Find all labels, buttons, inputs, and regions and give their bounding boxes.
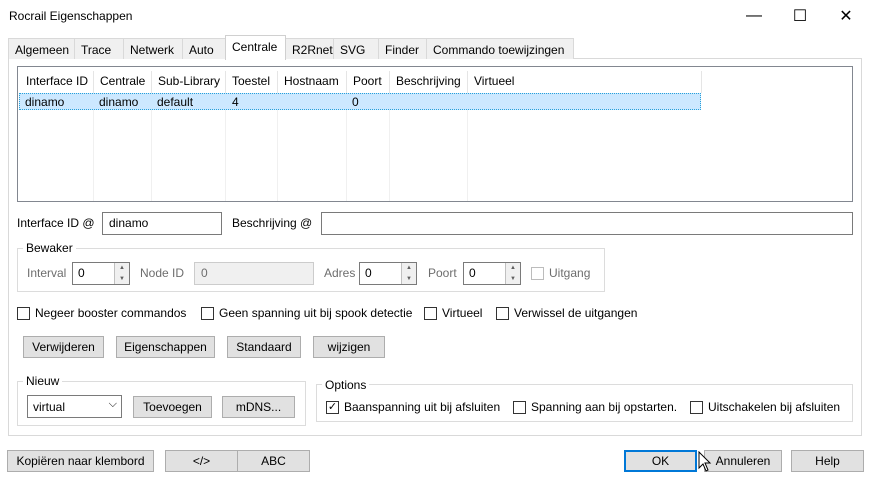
maximize-icon: ☐	[792, 8, 808, 25]
nodeid-input[interactable]: 0	[194, 262, 314, 285]
adres-value: 0	[365, 266, 372, 280]
centrale-type-value: virtual	[33, 399, 66, 414]
negeer-booster-checkbox[interactable]: Negeer booster commandos	[17, 306, 186, 320]
poort-down-icon[interactable]: ▼	[505, 273, 520, 284]
spanning-aan-checkbox[interactable]: Spanning aan bij opstarten.	[513, 400, 677, 414]
tab-auto[interactable]: Auto	[182, 38, 226, 59]
uitgang-label: Uitgang	[549, 266, 591, 280]
column-header-interface-id[interactable]: Interface ID	[20, 71, 94, 93]
table-cell-centrale: dinamo	[99, 95, 139, 109]
geen-spanning-box	[201, 306, 214, 320]
tab-commando-toewijzingen[interactable]: Commando toewijzingen	[426, 38, 574, 59]
interval-up-icon[interactable]: ▲	[114, 263, 129, 274]
interface-list[interactable]: Interface ID Centrale Sub-Library Toeste…	[17, 66, 853, 202]
verwijderen-button[interactable]: Verwijderen	[23, 336, 104, 358]
nieuw-title: Nieuw	[23, 374, 63, 388]
chevron-down-icon: ⌵	[108, 398, 117, 410]
column-header-poort[interactable]: Poort	[347, 71, 390, 93]
help-button[interactable]: Help	[791, 450, 864, 472]
column-header-hostnaam[interactable]: Hostnaam	[278, 71, 347, 93]
close-icon: ✕	[839, 8, 853, 25]
column-header-virtueel[interactable]: Virtueel	[468, 71, 702, 93]
maximize-button[interactable]: ☐	[777, 0, 823, 32]
geen-spanning-label: Geen spanning uit bij spook detectie	[219, 306, 413, 320]
kopieren-button[interactable]: Kopiëren naar klembord	[7, 450, 154, 472]
adres-label: Adres	[324, 266, 356, 280]
column-header-centrale[interactable]: Centrale	[94, 71, 152, 93]
standaard-button[interactable]: Standaard	[227, 336, 301, 358]
interval-down-icon[interactable]: ▼	[114, 273, 129, 284]
uitschakelen-label: Uitschakelen bij afsluiten	[708, 400, 841, 414]
adres-up-icon[interactable]: ▲	[401, 263, 416, 274]
baanspanning-label: Baanspanning uit bij afsluiten	[344, 400, 501, 414]
options-title: Options	[322, 378, 370, 392]
virtueel-label: Virtueel	[442, 306, 483, 320]
spanning-aan-label: Spanning aan bij opstarten.	[531, 400, 678, 414]
uitschakelen-checkbox[interactable]: Uitschakelen bij afsluiten	[690, 400, 840, 414]
negeer-booster-box	[17, 306, 30, 320]
interval-label: Interval	[27, 266, 67, 280]
interface-id-input[interactable]: dinamo	[102, 212, 222, 235]
eigenschappen-button[interactable]: Eigenschappen	[116, 336, 215, 358]
virtueel-checkbox[interactable]: Virtueel	[424, 306, 482, 320]
column-header-toestel[interactable]: Toestel	[226, 71, 278, 93]
tab-centrale[interactable]: Centrale	[225, 35, 286, 60]
uitgang-checkbox-box	[531, 266, 544, 280]
abc-button[interactable]: ABC	[237, 450, 310, 472]
verwissel-label: Verwissel de uitgangen	[514, 306, 638, 320]
centrale-type-select[interactable]: virtual ⌵	[27, 395, 122, 418]
wijzigen-button[interactable]: wijzigen	[313, 336, 385, 358]
poort-label: Poort	[428, 266, 457, 280]
beschrijving-label: Beschrijving @	[232, 216, 313, 230]
minimize-button[interactable]: —	[731, 0, 777, 32]
table-cell-poort: 0	[352, 95, 359, 109]
column-header-sub-library[interactable]: Sub-Library	[152, 71, 226, 93]
poort-spinner[interactable]: 0 ▲ ▼	[463, 262, 521, 285]
verwissel-checkbox[interactable]: Verwissel de uitgangen	[496, 306, 637, 320]
poort-value: 0	[469, 266, 476, 280]
table-cell-sub-library: default	[157, 95, 194, 109]
tab-bar: Algemeen Trace Netwerk Auto Centrale R2R…	[8, 35, 864, 60]
uitschakelen-box	[690, 400, 703, 414]
verwissel-box	[496, 306, 509, 320]
bewaker-title: Bewaker	[23, 241, 76, 255]
window-title: Rocrail Eigenschappen	[9, 9, 133, 23]
table-cell-interface-id: dinamo	[25, 95, 65, 109]
nodeid-label: Node ID	[140, 266, 185, 280]
poort-up-icon[interactable]: ▲	[505, 263, 520, 274]
tab-finder[interactable]: Finder	[378, 38, 427, 59]
baanspanning-box: ✓	[326, 400, 339, 414]
adres-down-icon[interactable]: ▼	[401, 273, 416, 284]
interface-id-label: Interface ID @	[17, 216, 95, 230]
minimize-icon: —	[746, 7, 762, 24]
toevoegen-button[interactable]: Toevoegen	[133, 396, 212, 418]
spanning-aan-box	[513, 400, 526, 414]
geen-spanning-checkbox[interactable]: Geen spanning uit bij spook detectie	[201, 306, 412, 320]
mouse-cursor-icon	[698, 451, 712, 472]
beschrijving-input[interactable]	[321, 212, 853, 235]
ok-button[interactable]: OK	[624, 450, 697, 472]
tab-trace[interactable]: Trace	[74, 38, 124, 59]
tab-r2rnet[interactable]: R2Rnet	[285, 38, 334, 59]
checkmark-icon: ✓	[327, 400, 338, 413]
xml-button[interactable]: </>	[165, 450, 238, 472]
negeer-booster-label: Negeer booster commandos	[35, 306, 187, 320]
annuleren-button[interactable]: Annuleren	[704, 450, 782, 472]
tab-algemeen[interactable]: Algemeen	[8, 38, 75, 59]
interval-spinner[interactable]: 0 ▲ ▼	[72, 262, 130, 285]
uitgang-checkbox[interactable]: Uitgang	[531, 266, 590, 280]
close-button[interactable]: ✕	[823, 0, 869, 32]
adres-spinner[interactable]: 0 ▲ ▼	[359, 262, 417, 285]
interval-value: 0	[78, 266, 85, 280]
tab-netwerk[interactable]: Netwerk	[123, 38, 183, 59]
table-cell-toestel: 4	[232, 95, 239, 109]
virtueel-box	[424, 306, 437, 320]
tab-svg[interactable]: SVG	[333, 38, 379, 59]
mdns-button[interactable]: mDNS...	[222, 396, 295, 418]
column-header-beschrijving[interactable]: Beschrijving	[390, 71, 468, 93]
baanspanning-checkbox[interactable]: ✓ Baanspanning uit bij afsluiten	[326, 400, 500, 414]
